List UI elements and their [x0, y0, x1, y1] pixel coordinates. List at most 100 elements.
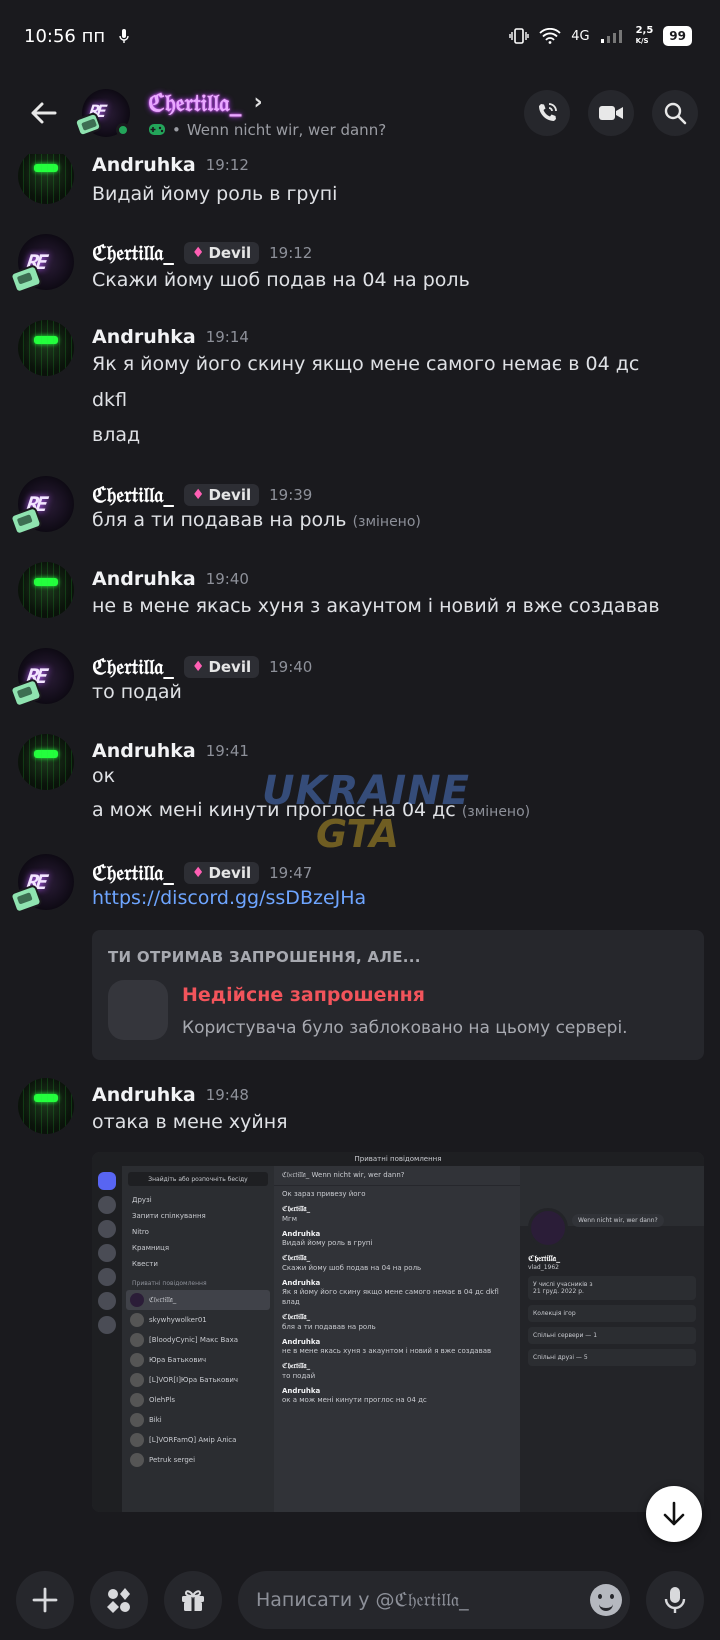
emoji-icon[interactable] — [590, 1584, 622, 1616]
video-call-button[interactable] — [588, 90, 634, 136]
vibrate-icon — [509, 28, 529, 44]
message-timestamp: 19:41 — [205, 742, 249, 760]
dm-item: ℭ𝔥𝔢𝔯𝔱𝔦𝔩𝔩𝔞_ — [126, 1290, 270, 1310]
nav-item: Nitro — [132, 1228, 149, 1236]
dm-item: Petruk sergei — [122, 1450, 274, 1470]
message-timestamp: 19:14 — [205, 328, 249, 346]
back-arrow-icon — [31, 102, 57, 124]
message-timestamp: 19:40 — [205, 570, 249, 588]
status-bar: 10:56 пп 4G 2,5 K/S 99 — [0, 0, 720, 72]
avatar[interactable] — [18, 562, 74, 618]
message-timestamp: 19:48 — [205, 1086, 249, 1104]
battery-indicator: 99 — [663, 26, 692, 46]
server-icon — [108, 980, 168, 1040]
jump-to-bottom-button[interactable] — [646, 1486, 702, 1542]
invite-description: Користувача було заблоковано на цьому се… — [182, 1018, 628, 1038]
message-text: бля а ти подавав на роль (змінено) — [92, 509, 421, 531]
dm-heading: Приватні повідомлення — [132, 1280, 207, 1287]
gem-icon: ♦ — [191, 865, 205, 881]
apps-button[interactable] — [90, 1571, 148, 1629]
dm-item: [L]VORFamQ] Амір Аліса — [122, 1430, 274, 1450]
gem-icon: ♦ — [191, 245, 205, 261]
screenshot-attachment[interactable]: Приватні повідомлення Знайдіть або розпо… — [92, 1152, 704, 1512]
message-composer: Написати у @ℭ𝔥𝔢𝔯𝔱𝔦𝔩𝔩𝔞_ — [0, 1560, 720, 1640]
dm-item: OlehPls — [122, 1390, 274, 1410]
message-author[interactable]: Andruhka — [92, 326, 196, 348]
message-text: влад — [92, 424, 141, 446]
role-tag[interactable]: ♦ Devil — [183, 656, 260, 678]
mic-status-icon — [119, 29, 129, 43]
network-speed: 2,5 K/S — [635, 25, 654, 46]
search-button[interactable] — [652, 90, 698, 136]
voice-call-button[interactable] — [524, 90, 570, 136]
video-icon — [599, 106, 623, 120]
role-tag[interactable]: ♦ Devil — [183, 242, 260, 264]
invite-link[interactable]: https://discord.gg/ssDBzeJHa — [92, 880, 366, 916]
avatar[interactable] — [18, 320, 74, 376]
message-text: а мож мені кинути проглос на 04 дс (змін… — [92, 799, 531, 821]
header-custom-status: Wenn nicht wir, wer dann? — [186, 120, 387, 139]
attach-button[interactable] — [16, 1571, 74, 1629]
message-text: Як я йому його скину якщо мене самого не… — [92, 353, 640, 375]
message-timestamp: 19:12 — [269, 244, 313, 262]
apps-icon — [107, 1588, 130, 1613]
gem-icon: ♦ — [191, 487, 205, 503]
signal-icon — [600, 30, 622, 43]
message-input[interactable]: Написати у @ℭ𝔥𝔢𝔯𝔱𝔦𝔩𝔩𝔞_ — [238, 1571, 630, 1629]
header-user-info[interactable]: ℭ𝔥𝔢𝔯𝔱𝔦𝔩𝔩𝔞_ › • Wenn nicht wir, wer dann? — [148, 88, 386, 139]
invite-title: ТИ ОТРИМАВ ЗАПРОШЕННЯ, АЛЕ... — [108, 948, 421, 966]
message-text: отака в мене хуйня — [92, 1111, 288, 1133]
phone-icon — [539, 103, 557, 121]
dm-search: Знайдіть або розпочніть бесіду — [128, 1172, 268, 1186]
nav-item: Квести — [132, 1260, 158, 1268]
window-titlebar: Приватні повідомлення — [92, 1152, 704, 1166]
message-timestamp: 19:40 — [269, 658, 313, 676]
avatar[interactable] — [18, 154, 74, 204]
avatar[interactable] — [18, 1078, 74, 1134]
network-type: 4G — [571, 28, 590, 44]
invite-name: Недійсне запрошення — [182, 984, 426, 1006]
gift-button[interactable] — [164, 1571, 222, 1629]
nav-item: Крамниця — [132, 1244, 170, 1252]
message-text: Видай йому роль в групі — [92, 183, 338, 205]
avatar[interactable] — [18, 734, 74, 790]
chevron-right-icon: › — [253, 89, 263, 115]
clock: 10:56 пп — [24, 25, 106, 47]
header-avatar[interactable]: RE — [76, 89, 130, 137]
message-author[interactable]: Andruhka — [92, 1084, 196, 1106]
screenshot-chat: ℭ𝔥𝔢𝔯𝔱𝔦𝔩𝔩𝔞_ Wenn nicht wir, wer dann? Ок … — [274, 1166, 520, 1512]
dm-item: Юра Батькович — [122, 1350, 274, 1370]
message-timestamp: 19:12 — [205, 156, 249, 174]
chat-header: RE ℭ𝔥𝔢𝔯𝔱𝔦𝔩𝔩𝔞_ › • Wenn nicht wir, wer dan… — [0, 72, 720, 154]
microphone-icon — [664, 1587, 686, 1613]
screenshot-profile-panel: Wenn nicht wir, wer dann? ℭ𝔥𝔢𝔯𝔱𝔦𝔩𝔩𝔞_ vla… — [520, 1166, 704, 1512]
nav-item: Запити спілкування — [132, 1212, 206, 1220]
dm-sidebar: Знайдіть або розпочніть бесіду Друзі Зап… — [122, 1166, 274, 1512]
server-rail — [92, 1166, 122, 1512]
gem-icon: ♦ — [191, 659, 205, 675]
screenshot-chat-header: ℭ𝔥𝔢𝔯𝔱𝔦𝔩𝔩𝔞_ Wenn nicht wir, wer dann? — [274, 1166, 520, 1186]
dm-item: skywhywolker01 — [122, 1310, 274, 1330]
arrow-down-icon — [663, 1501, 685, 1526]
message-author[interactable]: Andruhka — [92, 568, 196, 590]
dm-item: [L]VOR[I]Юра Батькович — [122, 1370, 274, 1390]
message-text: dkfl — [92, 389, 128, 411]
message-author[interactable]: Andruhka — [92, 154, 196, 176]
search-icon — [664, 102, 687, 125]
dm-item: Biki — [122, 1410, 274, 1430]
message-feed[interactable]: Andruhka 19:12 Видай йому роль в групі RE… — [0, 154, 720, 1560]
gift-icon — [182, 1590, 204, 1611]
message-text: Скажи йому шоб подав на 04 на роль — [92, 269, 470, 291]
dm-item: [BloodyCynic] Макс Ваха — [122, 1330, 274, 1350]
invite-card[interactable]: ТИ ОТРИМАВ ЗАПРОШЕННЯ, АЛЕ... Недійсне з… — [92, 930, 704, 1060]
gamepad-icon — [149, 124, 165, 135]
edited-label: (змінено) — [461, 804, 531, 820]
edited-label: (змінено) — [352, 514, 421, 530]
voice-message-button[interactable] — [646, 1571, 704, 1629]
message-text: ок — [92, 765, 116, 787]
nav-item: Друзі — [132, 1196, 152, 1204]
header-username: ℭ𝔥𝔢𝔯𝔱𝔦𝔩𝔩𝔞_ — [148, 87, 242, 117]
message-input-placeholder: Написати у @ℭ𝔥𝔢𝔯𝔱𝔦𝔩𝔩𝔞_ — [256, 1589, 469, 1611]
plus-icon — [32, 1587, 58, 1613]
back-button[interactable] — [22, 92, 64, 134]
